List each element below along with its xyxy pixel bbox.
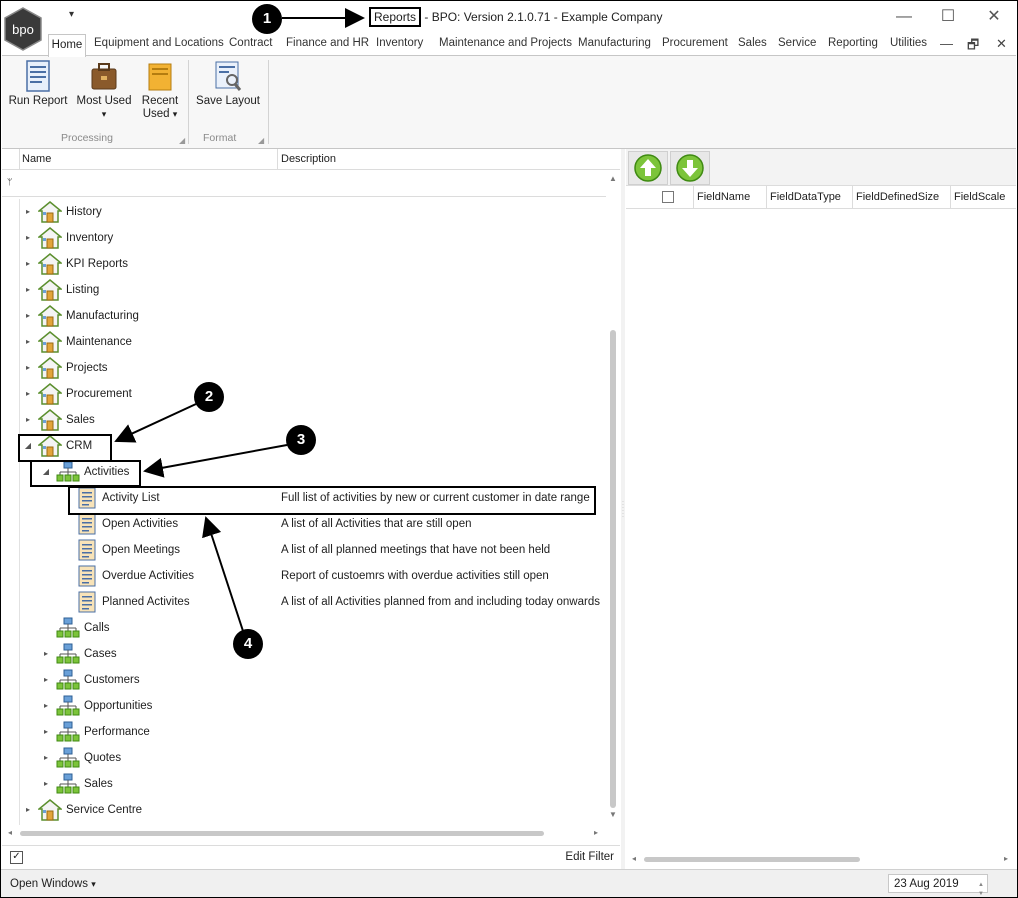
app-window: bpo ▾ Reports - BPO: Version 2.1.0.71 - … [0,0,1018,898]
annotation-arrows [114,8,365,632]
callout-3: 3 [286,425,316,455]
callout-1: 1 [252,4,282,34]
arrow-3 [143,444,288,478]
callout-4: 4 [233,629,263,659]
arrow-4 [202,516,244,632]
callout-2: 2 [194,382,224,412]
arrow-2 [114,403,197,443]
